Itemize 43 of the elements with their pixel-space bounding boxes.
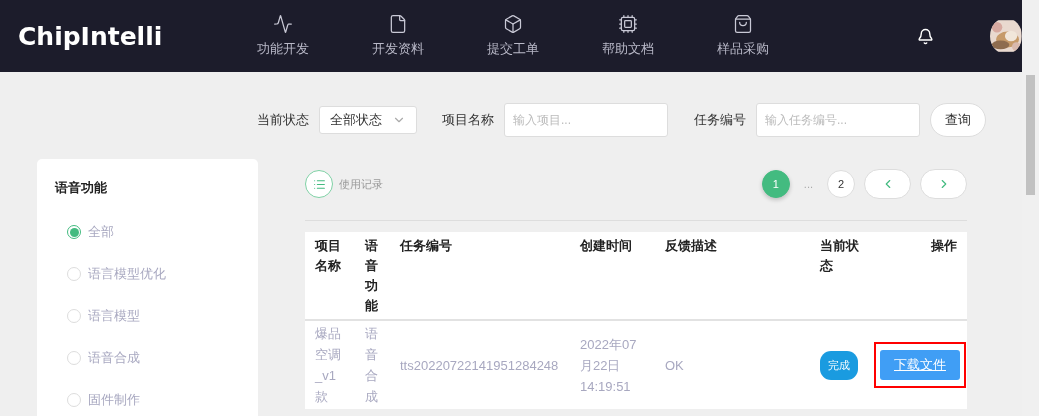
nav-item[interactable]: 帮助文档 bbox=[570, 14, 686, 58]
table-cell: tts20220722141951284248 bbox=[390, 320, 570, 409]
table-cell: 爆品空调_v1款 bbox=[305, 320, 355, 409]
column-header: 任务编号 bbox=[390, 232, 570, 320]
table-cell: OK bbox=[655, 320, 810, 409]
column-header: 创建时间 bbox=[570, 232, 655, 320]
bag-icon bbox=[732, 14, 753, 34]
table-cell: 2022年07月22日 14:19:51 bbox=[570, 320, 655, 409]
nav-item[interactable]: 开发资料 bbox=[340, 14, 456, 58]
next-button[interactable] bbox=[920, 169, 967, 199]
pulse-icon bbox=[272, 14, 293, 34]
input-field[interactable]: 输入任务编号... bbox=[756, 103, 920, 137]
table-cell: 语音合成 bbox=[355, 320, 390, 409]
radio-button[interactable] bbox=[67, 225, 81, 239]
column-header: 语音功能 bbox=[355, 232, 390, 320]
option-label: 固件制作 bbox=[88, 391, 140, 409]
nav-item[interactable]: 提交工单 bbox=[455, 14, 571, 58]
filter-label: 当前状态 bbox=[257, 111, 309, 129]
cube-icon bbox=[502, 14, 523, 34]
bell-icon[interactable] bbox=[917, 27, 935, 45]
option-label: 语言模型优化 bbox=[88, 265, 166, 283]
option-label: 语言模型 bbox=[88, 307, 140, 325]
query-button[interactable]: 查询 bbox=[930, 103, 986, 137]
option-label: 全部 bbox=[88, 223, 114, 241]
column-header: 当前状态 bbox=[810, 232, 870, 320]
chip-icon bbox=[617, 14, 638, 34]
logo: ChipIntelli bbox=[18, 21, 164, 51]
status-select[interactable]: 全部状态 bbox=[319, 106, 417, 134]
previous-button[interactable] bbox=[864, 169, 911, 199]
nav-item[interactable]: 功能开发 bbox=[225, 14, 341, 58]
filter-label: 项目名称 bbox=[442, 111, 494, 129]
nav-item[interactable]: 样品采购 bbox=[685, 14, 801, 58]
input-field[interactable]: 输入项目... bbox=[504, 103, 668, 137]
column-header: 反馈描述 bbox=[655, 232, 810, 320]
pagination-ellipsis: ... bbox=[803, 178, 813, 190]
page-button[interactable]: 2 bbox=[827, 170, 855, 198]
column-header: 操作 bbox=[870, 232, 967, 320]
list-icon bbox=[305, 170, 333, 198]
status-badge: 完成 bbox=[820, 350, 858, 380]
column-header: 项目名称 bbox=[305, 232, 355, 320]
filter-label: 任务编号 bbox=[694, 111, 746, 129]
sidebar-title: 语音功能 bbox=[55, 179, 108, 197]
option-label: 语音合成 bbox=[88, 349, 140, 367]
